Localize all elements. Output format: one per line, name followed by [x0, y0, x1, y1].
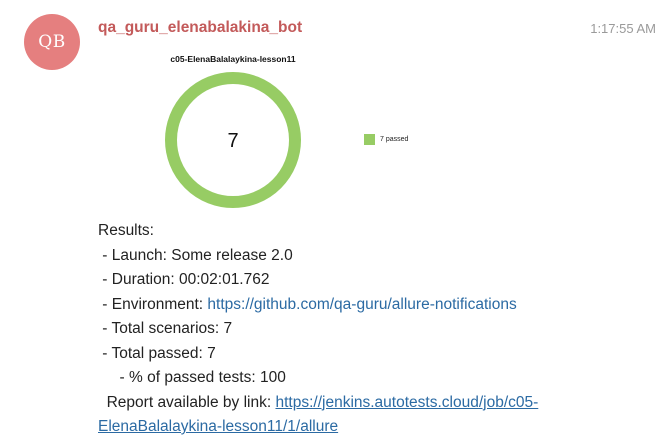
results-launch: - Launch: Some release 2.0 — [98, 246, 293, 264]
message-timestamp: 1:17:55 AM — [590, 21, 656, 36]
legend-swatch-passed — [364, 134, 375, 145]
results-total-scenarios: - Total scenarios: 7 — [98, 320, 233, 337]
chart-center-value: 7 — [227, 130, 238, 152]
results-heading: Results: — [98, 222, 154, 239]
results-text: Results: - Launch: Some release 2.0 - Du… — [98, 219, 658, 439]
report-link[interactable]: https://jenkins.autotests.cloud/job/c05- — [275, 394, 538, 411]
chart-legend: 7 passed — [364, 134, 408, 145]
chat-message: QB qa_guru_elenabalakina_bot 1:17:55 AM … — [0, 0, 671, 439]
sender-name[interactable]: qa_guru_elenabalakina_bot — [98, 19, 302, 37]
results-chart: c05-ElenaBalalaykina-lesson11 7 7 passed — [150, 50, 450, 210]
donut-chart: 7 — [165, 72, 301, 208]
results-total-passed: - Total passed: 7 — [98, 344, 216, 362]
avatar[interactable]: QB — [24, 14, 80, 70]
results-environment: - Environment: https://github.com/qa-gur… — [98, 293, 658, 318]
environment-label: - Environment: — [98, 295, 208, 313]
environment-link[interactable]: https://github.com/qa-guru/allure-notifi… — [207, 296, 516, 313]
legend-label-passed: 7 passed — [380, 136, 409, 143]
results-duration: - Duration: 00:02:01.762 — [98, 271, 270, 288]
results-report-cont: ElenaBalalaykina-lesson11/1/allure — [98, 415, 658, 439]
results-percent-passed: - % of passed tests: 100 — [98, 369, 286, 386]
results-report: Report available by link: https://jenkin… — [98, 391, 658, 416]
report-link-continued[interactable]: ElenaBalalaykina-lesson11/1/allure — [98, 418, 338, 435]
report-label: Report available by link: — [98, 393, 276, 411]
